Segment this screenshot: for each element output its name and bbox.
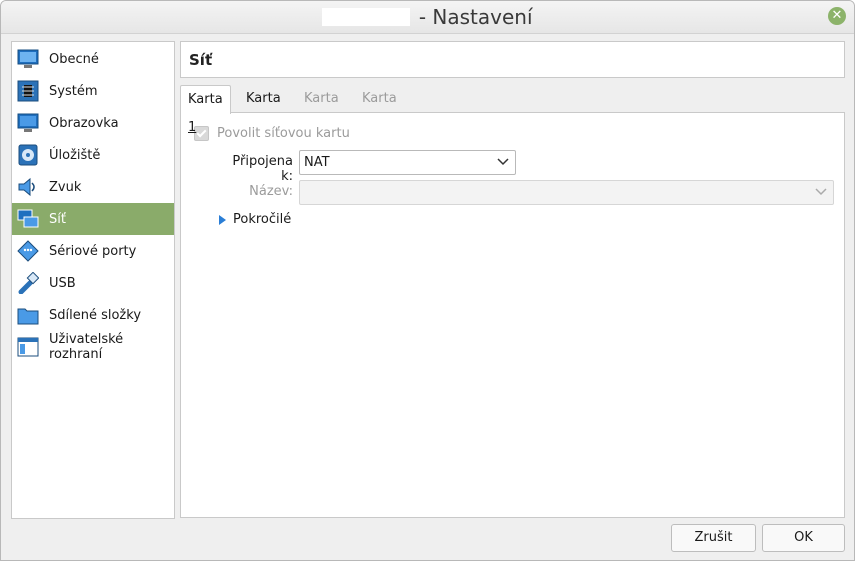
sidebar-item-label: Zvuk (49, 179, 82, 195)
sidebar-item-label: USB (49, 275, 76, 291)
sidebar-item-storage[interactable]: Úložiště (12, 139, 174, 171)
sidebar-item-label: Obecné (49, 51, 99, 67)
sidebar-item-network[interactable]: Síť (12, 203, 174, 235)
tab-label: Karta (246, 91, 281, 106)
sidebar-item-usb[interactable]: USB (12, 267, 174, 299)
ok-button[interactable]: OK (762, 524, 845, 552)
sidebar-item-general[interactable]: Obecné (12, 43, 174, 75)
expand-arrow-icon (219, 214, 226, 225)
tab-number: 1 (188, 120, 197, 135)
sidebar-item-serial-ports[interactable]: Sériové porty (12, 235, 174, 267)
tab-adapter-4[interactable]: Karta 4 (355, 85, 404, 134)
chevron-down-icon (815, 188, 827, 196)
redacted-vm-name (322, 8, 411, 26)
title-bar: - Nastavení ✕ (1, 1, 854, 34)
window-title: - Nastavení (1, 5, 854, 29)
tab-adapter-1[interactable]: Karta 1 (180, 85, 231, 135)
network-icon (17, 208, 39, 230)
sidebar-item-shared-folders[interactable]: Sdílené složky (12, 299, 174, 331)
folder-icon (17, 304, 39, 326)
sidebar-item-label: Síť (49, 211, 66, 227)
tab-label: Karta (362, 91, 397, 106)
sidebar-item-label: Uživatelské rozhraní (49, 332, 124, 362)
sidebar-item-label: Úložiště (49, 147, 101, 163)
sidebar-item-label: Systém (49, 83, 98, 99)
sidebar-item-label: Sériové porty (49, 243, 137, 259)
chip-icon (17, 80, 39, 102)
cancel-button[interactable]: Zrušit (671, 524, 756, 552)
page-header: Síť (180, 41, 845, 78)
sidebar-item-label: Sdílené složky (49, 307, 142, 323)
attached-to-value: NAT (304, 155, 330, 170)
settings-window: - Nastavení ✕ Obecné Systém Obrazovka Úl… (0, 0, 855, 561)
sidebar-item-user-interface[interactable]: Uživatelské rozhraní (12, 331, 174, 363)
sidebar-item-display[interactable]: Obrazovka (12, 107, 174, 139)
attached-to-select[interactable]: NAT (299, 150, 516, 175)
sidebar-item-system[interactable]: Systém (12, 75, 174, 107)
tab-adapter-3[interactable]: Karta 3 (297, 85, 346, 134)
tab-label: Karta (188, 92, 223, 107)
name-select[interactable] (299, 180, 834, 205)
advanced-expander[interactable]: Pokročilé (219, 212, 291, 227)
name-label: Název: (249, 184, 293, 199)
display-icon (17, 112, 39, 134)
close-icon[interactable]: ✕ (828, 7, 846, 25)
enable-adapter-row: Povolit síťovou kartu (194, 126, 350, 141)
tab-adapter-2[interactable]: Karta 2 (239, 85, 288, 134)
speaker-icon (17, 176, 39, 198)
chevron-down-icon (497, 158, 509, 166)
page-title: Síť (189, 51, 213, 69)
advanced-label: Pokročilé (233, 212, 292, 227)
serial-port-icon (17, 240, 39, 262)
sidebar-item-label: Obrazovka (49, 115, 119, 131)
enable-adapter-label: Povolit síťovou kartu (217, 126, 350, 141)
window-title-text: - Nastavení (418, 5, 533, 29)
ui-window-icon (17, 336, 39, 358)
usb-icon (17, 272, 39, 294)
monitor-icon (17, 48, 39, 70)
tab-label: Karta (304, 91, 339, 106)
settings-sidebar: Obecné Systém Obrazovka Úložiště Zvuk Sí… (11, 41, 175, 519)
attached-to-label: Připojena k: (232, 154, 293, 184)
disk-icon (17, 144, 39, 166)
sidebar-item-audio[interactable]: Zvuk (12, 171, 174, 203)
